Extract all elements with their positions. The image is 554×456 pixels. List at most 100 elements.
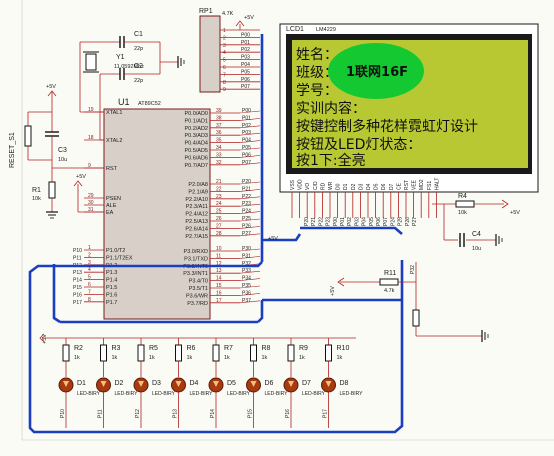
lcd-pin-name: C/D [313, 181, 319, 190]
lcd-pin-net: P00 [333, 217, 339, 226]
led-resistor [62, 344, 70, 362]
mcu-pin-name: P3.5/T1 [189, 286, 208, 292]
led-value: LED-BIRY [190, 391, 214, 397]
rp1-pin-net: P05 [241, 69, 250, 75]
mcu-pin-number: 10 [216, 246, 222, 252]
mcu-pin-number: 1 [88, 245, 91, 251]
lcd-pin-name: CE [396, 182, 402, 190]
r1-ref: R1 [32, 187, 41, 194]
led-resistor-value: 1k [74, 355, 80, 361]
mcu-pin-number: 14 [216, 276, 222, 282]
mcu-pin-number: 33 [216, 152, 222, 158]
rp1-pin-net: P04 [241, 62, 250, 68]
led-resistor [250, 344, 257, 362]
led-cell: R10 1k D8 LED-BIRY P17 [321, 338, 364, 428]
led-value: LED-BIRY [115, 391, 139, 397]
lcd-pin-net: P20 [304, 217, 310, 226]
lcd-line-3: 学号： [296, 83, 338, 99]
mcu-pin-net: P27 [242, 231, 251, 237]
mcu-pin-name: P2.5/A13 [185, 219, 208, 225]
mcu-pin-name: P1.3 [106, 270, 117, 276]
reset-switch-label[interactable]: RESET_S1 [9, 132, 16, 168]
mcu-pin-number: 17 [216, 298, 222, 304]
mcu[interactable]: U1 AT89C52 19 XTAL118 XTAL29 RST29 PSEN30 ALE… [73, 97, 261, 320]
led-resistor-ref: R2 [74, 345, 83, 352]
led-net: P13 [173, 409, 179, 418]
mcu-pin-name: P2.0/A8 [188, 182, 208, 188]
mcu-pin-number: 35 [216, 138, 222, 144]
mcu-pin-name: P1.0/T2 [106, 248, 125, 254]
mcu-pin-name: P0.7/AD7 [184, 163, 208, 169]
vcc-label-rp1: +5V [244, 15, 254, 21]
led-resistor-ref: R8 [262, 345, 271, 352]
mcu-pin-number: 34 [216, 145, 222, 151]
rp1-pin-net: P02 [241, 47, 250, 53]
led-resistor-ref: R9 [299, 345, 308, 352]
lcd-pin-net: P02 [347, 217, 353, 226]
lcd-module[interactable]: LCD1 LM4229 姓名： 班级： 学号： 实训内容： 按键控制多种花样霓虹… [279, 23, 539, 226]
c3-value: 10u [58, 157, 67, 163]
mcu-pin-name: RST [106, 166, 118, 172]
mcu-pin-net: P03 [242, 130, 251, 136]
mcu-pin-net: P14 [73, 278, 82, 284]
lcd-pin-net: P05 [369, 217, 375, 226]
rp1-resistor-pack[interactable]: RP1 4.7K +5V 12 P00 3 P01 4 P02 5 P03 6 P04 7 P05 8 P… [199, 8, 260, 93]
lcd-pin-net: P21 [311, 217, 317, 226]
mcu-pin-number: 30 [88, 200, 94, 206]
mcu-pin-net: P11 [73, 255, 82, 261]
rp1-pin-number: 4 [223, 50, 226, 56]
mcu-pin-name: P1.7 [106, 300, 117, 306]
led-ref: D8 [340, 380, 349, 387]
rp1-pin-net: P00 [241, 32, 250, 38]
mcu-pin-name: XTAL1 [106, 110, 122, 116]
key-switch[interactable] [412, 309, 420, 327]
mcu-pin-net: P01 [242, 115, 251, 121]
lcd-pin-name: D0 [336, 183, 342, 190]
mcu-pin-number: 36 [216, 130, 222, 136]
mcu-pin-net: P10 [73, 248, 82, 254]
mcu-pin-net: P20 [242, 179, 251, 185]
mcu-pin-name: P0.1/AD1 [184, 118, 208, 124]
mcu-pin-net: P05 [242, 145, 251, 151]
lcd-pin-net: P01 [340, 217, 346, 226]
led-resistor-value: 1k [262, 355, 268, 361]
lcd-pin-net: P04 [362, 217, 368, 226]
mcu-pin-net: P06 [242, 152, 251, 158]
led-resistor [212, 344, 220, 362]
lcd-pin-net: P24 [390, 217, 396, 226]
lcd-pin-name: D4 [366, 183, 372, 190]
r4-value: 10k [458, 210, 467, 216]
lcd-pin-name: VDD [298, 179, 304, 190]
lcd-pin-net: P27 [412, 217, 418, 226]
mcu-pin-name: P1.5 [106, 285, 117, 291]
lcd-pin-name: D6 [381, 183, 387, 190]
led-resistor-value: 1k [187, 355, 193, 361]
led-array: +5V R21kD1LED-BIRYP10R31kD2LED-BIRYP11R5… [39, 333, 364, 428]
mcu-pin-number: 18 [88, 135, 94, 141]
rp1-value: 4.7K [222, 11, 234, 17]
mcu-pin-name: P3.1/TXD [184, 256, 208, 262]
mcu-pin-number: 28 [216, 231, 222, 237]
mcu-pin-name: P0.6/AD6 [184, 155, 208, 161]
c4-value: 10u [472, 246, 481, 252]
mcu-pin-net: P34 [242, 276, 251, 282]
lcd-pin-net: P25 [398, 217, 404, 226]
mcu-pin-name: P0.3/AD3 [184, 133, 208, 139]
vcc-label-reset: +5V [46, 84, 56, 90]
lcd-pin-name: HALT [434, 178, 440, 190]
rp1-pin-number: 3 [223, 43, 226, 49]
mcu-right-pins: 39 P0.0/AD0 P00 38 P0.1/AD1 P01 37 P0.2/AD2 P02 3… [183, 108, 261, 307]
mcu-pin-name: P2.3/A11 [186, 204, 208, 210]
mcu-pin-net: P02 [242, 123, 251, 129]
mcu-pin-name: P1.4 [106, 278, 117, 284]
rp1-pin-net: P01 [241, 40, 250, 46]
mcu-pin-number: 15 [216, 283, 222, 289]
led-resistor-ref: R10 [337, 345, 350, 352]
rp1-pins: 12 P00 3 P01 4 P02 5 P03 6 P04 7 P05 8 P06 9 P07 [220, 28, 260, 93]
led-value: LED-BIRY [340, 391, 364, 397]
led-resistor-ref: R7 [224, 345, 233, 352]
led-value: LED-BIRY [227, 391, 251, 397]
mcu-pin-name: P0.5/AD5 [184, 148, 208, 154]
mcu-pin-name: P0.2/AD2 [184, 126, 208, 132]
mcu-pin-name: ALE [106, 203, 117, 209]
